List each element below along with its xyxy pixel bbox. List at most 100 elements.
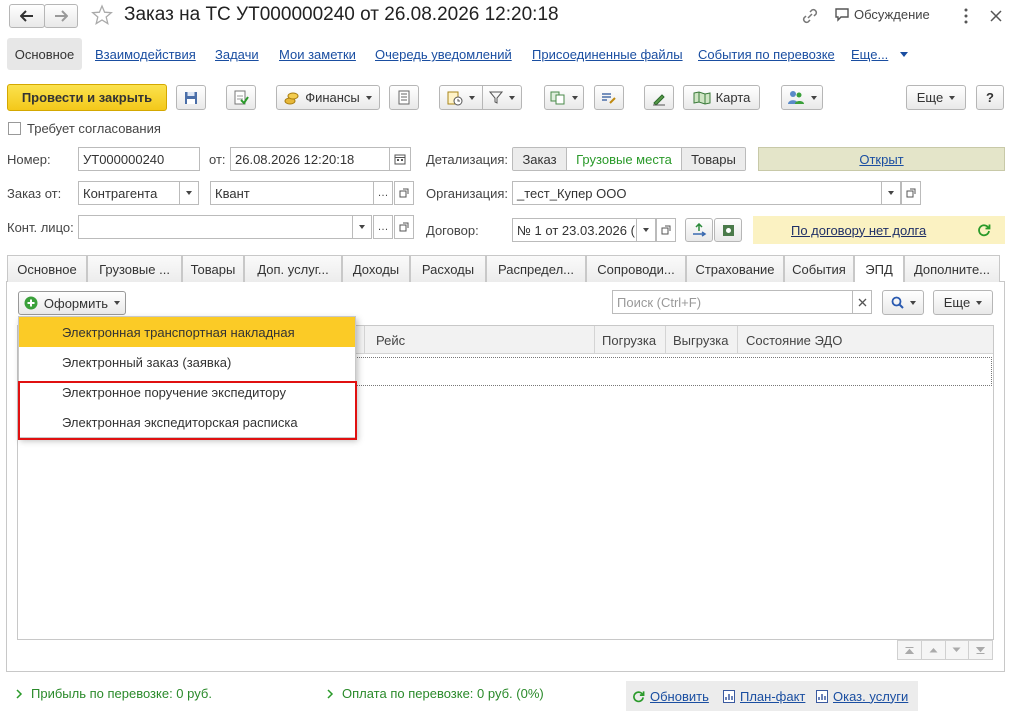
contact-open-button[interactable]: [394, 215, 414, 239]
filter-button[interactable]: [482, 85, 522, 110]
nav-transport-events[interactable]: События по перевозке: [698, 47, 835, 62]
search-input[interactable]: Поиск (Ctrl+F): [612, 290, 853, 314]
column-divider: [737, 326, 738, 354]
nav-main-label: Основное: [14, 46, 75, 62]
finance-button[interactable]: Финансы: [276, 85, 380, 110]
tab-epd[interactable]: ЭПД: [854, 255, 904, 283]
scroll-top-button[interactable]: [897, 640, 922, 660]
post-and-close-button[interactable]: Провести и закрыть: [7, 84, 167, 111]
tab-escort[interactable]: Сопроводи...: [586, 255, 686, 282]
date-field[interactable]: 26.08.2026 12:20:18: [230, 147, 390, 171]
nav-interactions[interactable]: Взаимодействия: [95, 47, 196, 62]
nav-more[interactable]: Еще...: [851, 47, 909, 62]
payment-text: Оплата по перевозке: 0 руб. (0%): [342, 686, 544, 701]
arrow-left-icon: [20, 10, 33, 22]
help-button[interactable]: ?: [976, 85, 1004, 110]
contract-settings-button[interactable]: [714, 218, 742, 242]
tab-main[interactable]: Основное: [7, 255, 87, 282]
contract-open-button[interactable]: [656, 218, 676, 242]
order-from-select[interactable]: Контрагента: [78, 181, 180, 205]
status-link[interactable]: Открыт: [859, 152, 903, 167]
forward-button[interactable]: [44, 4, 78, 28]
number-field[interactable]: УТ000000240: [78, 147, 200, 171]
services-button[interactable]: Оказ. услуги: [816, 689, 908, 704]
refresh-icon[interactable]: [977, 223, 991, 237]
footer-profit[interactable]: Прибыль по перевозке: 0 руб.: [16, 686, 212, 701]
contact-select-button[interactable]: …: [373, 215, 393, 239]
contract-dropdown[interactable]: [636, 218, 656, 242]
column-header-loading[interactable]: Погрузка: [602, 333, 656, 355]
save-button[interactable]: [176, 85, 206, 110]
contact-dropdown[interactable]: [352, 215, 372, 239]
column-header-unloading[interactable]: Выгрузка: [673, 333, 729, 355]
nav-main-tab[interactable]: Основное: [7, 38, 82, 70]
tab-income[interactable]: Доходы: [342, 255, 410, 282]
report-button[interactable]: [389, 85, 419, 110]
calendar-button[interactable]: [389, 147, 411, 171]
more-button[interactable]: Еще: [906, 85, 966, 110]
counterparty-select-button[interactable]: …: [373, 181, 393, 205]
nav-notifications[interactable]: Очередь уведомлений: [375, 47, 512, 62]
epd-more-button[interactable]: Еще: [933, 290, 993, 315]
sign-button[interactable]: [644, 85, 674, 110]
map-button[interactable]: Карта: [683, 85, 760, 110]
contract-transfer-button[interactable]: [685, 218, 713, 242]
nav-notes[interactable]: Мои заметки: [279, 47, 356, 62]
organization-field[interactable]: _тест_Купер ООО: [512, 181, 882, 205]
post-button[interactable]: [226, 85, 256, 110]
refresh-button[interactable]: Обновить: [632, 689, 709, 704]
tab-distribution[interactable]: Распредел...: [486, 255, 586, 282]
contact-label: Конт. лицо:: [7, 220, 74, 235]
search-button[interactable]: [882, 290, 924, 315]
detail-option-order[interactable]: Заказ: [513, 148, 567, 170]
link-icon[interactable]: [801, 7, 819, 28]
detail-option-cargo-places[interactable]: Грузовые места: [567, 148, 682, 170]
report-icon: [723, 689, 735, 703]
caret-down-icon: [976, 300, 983, 305]
menu-item-transport-waybill[interactable]: Электронная транспортная накладная: [19, 317, 355, 347]
refresh-icon: [633, 690, 645, 702]
detail-option-goods[interactable]: Товары: [682, 148, 745, 170]
favorite-star-icon[interactable]: [91, 4, 113, 26]
detail-label: Детализация:: [426, 152, 509, 167]
tab-events[interactable]: События: [784, 255, 854, 282]
column-header-edo-status[interactable]: Состояние ЭДО: [746, 333, 842, 355]
open-window-icon: [661, 225, 671, 235]
tab-extra-services[interactable]: Доп. услуг...: [244, 255, 342, 282]
back-button[interactable]: [9, 4, 45, 28]
menu-item-electronic-order[interactable]: Электронный заказ (заявка): [19, 347, 355, 377]
related-documents-icon: [550, 91, 565, 104]
create-based-on-button[interactable]: [439, 85, 483, 110]
create-document-button[interactable]: Оформить: [18, 291, 126, 315]
discussion-button[interactable]: Обсуждение: [834, 7, 930, 22]
caret-down-icon: [509, 95, 515, 100]
counterparty-field[interactable]: Квант: [210, 181, 374, 205]
footer-payment[interactable]: Оплата по перевозке: 0 руб. (0%): [327, 686, 544, 701]
plan-fact-button[interactable]: План-факт: [723, 689, 805, 704]
contact-field[interactable]: [78, 215, 353, 239]
contract-field[interactable]: № 1 от 23.03.2026 (: [512, 218, 637, 242]
edit-list-button[interactable]: [594, 85, 624, 110]
scroll-bottom-button[interactable]: [969, 640, 993, 660]
order-from-dropdown[interactable]: [179, 181, 199, 205]
tab-cargo[interactable]: Грузовые ...: [87, 255, 182, 282]
tab-goods[interactable]: Товары: [182, 255, 244, 282]
organization-open-button[interactable]: [901, 181, 921, 205]
nav-tasks[interactable]: Задачи: [215, 47, 259, 62]
more-vertical-icon[interactable]: [963, 8, 969, 27]
tab-expenses[interactable]: Расходы: [410, 255, 486, 282]
nav-attached-files[interactable]: Присоединенные файлы: [532, 47, 683, 62]
organization-dropdown[interactable]: [881, 181, 901, 205]
tab-insurance[interactable]: Страхование: [686, 255, 784, 282]
related-documents-button[interactable]: [544, 85, 584, 110]
search-clear-button[interactable]: [852, 290, 872, 314]
requires-approval-checkbox[interactable]: [8, 122, 21, 135]
tab-additional[interactable]: Дополните...: [904, 255, 1000, 282]
scroll-up-button[interactable]: [921, 640, 946, 660]
scroll-down-button[interactable]: [945, 640, 970, 660]
counterparty-open-button[interactable]: [394, 181, 414, 205]
column-header-trip[interactable]: Рейс: [376, 333, 405, 355]
users-button[interactable]: [781, 85, 823, 110]
close-icon[interactable]: [990, 10, 1002, 25]
debt-link[interactable]: По договору нет долга: [791, 223, 926, 238]
